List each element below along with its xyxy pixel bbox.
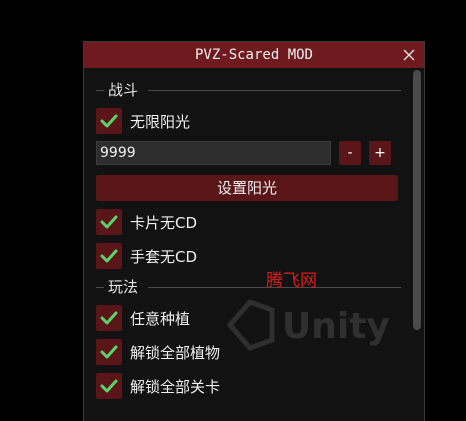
- free-plant-checkbox[interactable]: [96, 305, 122, 331]
- close-icon: [403, 49, 415, 61]
- glove-no-cd-label: 手套无CD: [130, 247, 198, 266]
- increment-button[interactable]: +: [369, 141, 391, 165]
- checkmark-icon: [100, 379, 118, 393]
- card-no-cd-row[interactable]: 卡片无CD: [96, 209, 197, 235]
- checkmark-icon: [100, 311, 118, 325]
- glove-no-cd-checkbox[interactable]: [96, 243, 122, 269]
- unlimited-sun-checkbox[interactable]: [96, 108, 122, 134]
- card-no-cd-label: 卡片无CD: [130, 213, 198, 232]
- checkmark-icon: [100, 345, 118, 359]
- glove-no-cd-row[interactable]: 手套无CD: [96, 243, 197, 269]
- card-no-cd-checkbox[interactable]: [96, 209, 122, 235]
- mod-window: PVZ-Scared MOD 战斗 无限阳光 9999 - + 设置阳光 卡片无…: [83, 41, 425, 421]
- unlock-levels-checkbox[interactable]: [96, 373, 122, 399]
- section-battle-header: 战斗: [96, 80, 401, 100]
- checkmark-icon: [100, 215, 118, 229]
- unlimited-sun-label: 无限阳光: [130, 112, 191, 131]
- free-plant-row[interactable]: 任意种植: [96, 305, 190, 331]
- window-title: PVZ-Scared MOD: [194, 47, 313, 63]
- unlock-levels-label: 解锁全部关卡: [130, 377, 221, 396]
- unity-logo-text: Unity: [282, 306, 390, 347]
- window-titlebar[interactable]: PVZ-Scared MOD: [84, 42, 424, 68]
- close-button[interactable]: [402, 42, 416, 68]
- set-sun-button[interactable]: 设置阳光: [96, 175, 398, 201]
- section-divider: [96, 287, 104, 288]
- section-divider: [148, 90, 401, 91]
- unlock-plants-row[interactable]: 解锁全部植物: [96, 339, 220, 365]
- unlock-plants-checkbox[interactable]: [96, 339, 122, 365]
- checkmark-icon: [100, 249, 118, 263]
- section-battle-title: 战斗: [108, 81, 139, 99]
- section-gameplay-title: 玩法: [108, 278, 139, 296]
- unity-watermark-logo: Unity: [220, 290, 410, 364]
- checkmark-icon: [100, 114, 118, 128]
- unlock-levels-row[interactable]: 解锁全部关卡: [96, 373, 220, 399]
- site-watermark: 腾飞网: [266, 271, 317, 291]
- sun-amount-input[interactable]: 9999: [96, 141, 331, 165]
- unlock-plants-label: 解锁全部植物: [130, 343, 221, 362]
- scrollbar[interactable]: [413, 70, 421, 420]
- unlimited-sun-row[interactable]: 无限阳光: [96, 108, 190, 134]
- free-plant-label: 任意种植: [130, 309, 191, 328]
- scrollbar-thumb[interactable]: [413, 70, 421, 330]
- section-divider: [96, 90, 104, 91]
- decrement-button[interactable]: -: [339, 141, 361, 165]
